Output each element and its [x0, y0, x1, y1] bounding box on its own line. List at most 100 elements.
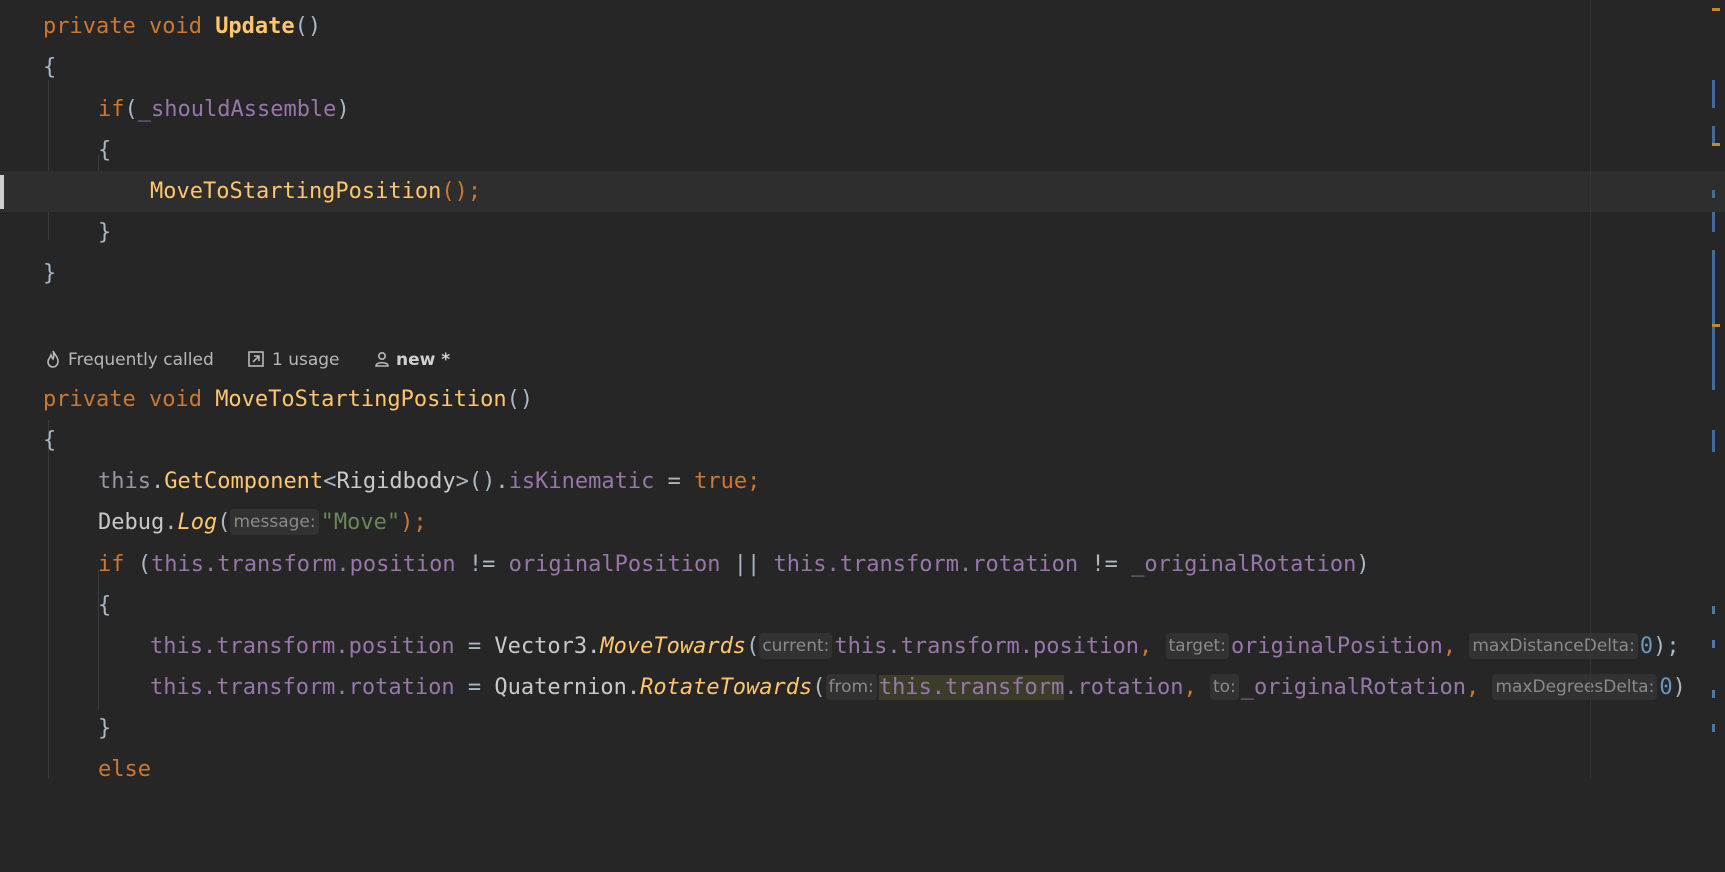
keyword: private void	[43, 387, 216, 412]
punctuation: );	[1653, 634, 1680, 659]
brace: }	[43, 261, 57, 286]
marker-stripe	[1712, 640, 1715, 648]
code-line[interactable]: {	[0, 585, 1725, 626]
code-line[interactable]: this.transform.rotation = Quaternion.Rot…	[0, 667, 1725, 708]
punctuation: (	[812, 675, 826, 700]
keyword: else	[98, 757, 151, 782]
current-code-line[interactable]: MoveToStartingPosition();	[0, 171, 1725, 212]
expression: this.transform.rotation	[773, 552, 1079, 577]
field: _shouldAssemble	[137, 97, 337, 122]
method-name: Update	[215, 14, 295, 39]
method-call: Log	[177, 510, 218, 535]
brace: }	[98, 220, 112, 245]
parameter-hint: maxDistanceDelta:	[1469, 633, 1638, 659]
method-call: MoveTowards	[600, 634, 747, 659]
code-line[interactable]: this.GetComponent<Rigidbody>().isKinemat…	[0, 461, 1725, 502]
argument: .rotation	[1064, 675, 1184, 700]
parameter-hint: maxDegreesDelta:	[1492, 674, 1658, 700]
punctuation: ,	[1139, 634, 1166, 659]
punctuation: )	[1356, 552, 1370, 577]
parameter-hint: to:	[1209, 674, 1239, 700]
operator: !=	[455, 552, 509, 577]
code-line[interactable]: private void Update()	[0, 6, 1725, 47]
argument: originalPosition	[1230, 634, 1443, 659]
brace: {	[98, 593, 112, 618]
marker-stripe	[1712, 430, 1715, 452]
operator: =	[654, 469, 695, 494]
number-literal: 0	[1659, 675, 1673, 700]
code-line[interactable]: }	[0, 708, 1725, 749]
type-name: Vector3.	[494, 634, 601, 659]
operator: =	[454, 675, 495, 700]
brace: }	[98, 716, 112, 741]
type-name: Rigidbody	[336, 469, 456, 494]
parameter-hint: current:	[759, 633, 833, 659]
expression: this.transform.position	[150, 634, 455, 659]
highlighted-expression: this.transform	[878, 675, 1065, 700]
marker-stripe	[1712, 250, 1715, 390]
punctuation: ,	[1183, 675, 1210, 700]
brace: {	[43, 428, 57, 453]
code-line[interactable]: {	[0, 420, 1725, 461]
argument: _originalRotation	[1240, 675, 1466, 700]
code-line[interactable]: else	[0, 749, 1725, 790]
brace: {	[43, 55, 57, 80]
code-line[interactable]: {	[0, 130, 1725, 171]
person-icon	[374, 345, 390, 375]
flame-icon	[46, 345, 60, 375]
code-line[interactable]: private void MoveToStartingPosition()	[0, 379, 1725, 420]
field: isKinematic	[508, 469, 655, 494]
marker-stripe	[1712, 606, 1715, 614]
punctuation: (	[124, 552, 151, 577]
punctuation: ,	[1465, 675, 1493, 700]
punctuation: ,	[1442, 634, 1470, 659]
parameter-hint: target:	[1165, 633, 1229, 659]
right-margin-line	[1590, 0, 1591, 779]
brace: {	[98, 138, 112, 163]
type-name: Debug	[98, 510, 165, 535]
code-line[interactable]: if(_shouldAssemble)	[0, 89, 1725, 130]
code-line[interactable]: if (this.transform.position != originalP…	[0, 544, 1725, 585]
punctuation: (	[217, 510, 231, 535]
usages-link[interactable]: 1 usage	[272, 345, 340, 375]
marker-stripe	[1712, 690, 1715, 698]
punctuation: ;	[747, 469, 761, 494]
string-literal: "Move"	[320, 510, 401, 535]
type-name: Quaternion.	[494, 675, 641, 700]
method-name: MoveToStartingPosition	[215, 387, 507, 412]
punctuation: ()	[294, 14, 322, 39]
code-line[interactable]: }	[0, 253, 1725, 294]
punctuation: <	[323, 469, 337, 494]
caret-marker	[0, 175, 4, 209]
punctuation: )	[1672, 675, 1686, 700]
number-literal: 0	[1639, 634, 1654, 659]
keyword: private void	[43, 14, 216, 39]
punctuation: ()	[506, 387, 534, 412]
keyword: if	[98, 97, 125, 122]
operator: =	[454, 634, 495, 659]
field: originalPosition	[508, 552, 721, 577]
argument: this.transform.position	[834, 634, 1140, 659]
method-call: MoveToStartingPosition	[150, 179, 442, 204]
expression: this.transform.position	[151, 552, 456, 577]
usages-arrow-icon	[248, 345, 264, 375]
code-line[interactable]: {	[0, 47, 1725, 88]
code-line[interactable]: }	[0, 212, 1725, 253]
method-call: RotateTowards	[640, 675, 813, 700]
punctuation: (	[124, 97, 138, 122]
marker-stripe	[1712, 212, 1715, 232]
code-editor[interactable]: private void Update() { if(_shouldAssemb…	[0, 0, 1725, 782]
punctuation: ();	[441, 179, 482, 204]
frequently-called-label[interactable]: Frequently called	[68, 345, 214, 375]
punctuation: >().	[455, 469, 509, 494]
code-line[interactable]: this.transform.position = Vector3.MoveTo…	[0, 626, 1725, 667]
code-line[interactable]: Debug.Log(message: "Move");	[0, 502, 1725, 543]
parameter-hint: from:	[825, 674, 877, 700]
marker-stripe	[1712, 190, 1715, 198]
author-label[interactable]: new *	[396, 345, 450, 375]
parameter-hint: message:	[230, 509, 319, 535]
expression: this.transform.rotation	[150, 675, 455, 700]
this-keyword: this	[98, 469, 151, 494]
punctuation: (	[746, 634, 760, 659]
operator: ||	[720, 552, 774, 577]
